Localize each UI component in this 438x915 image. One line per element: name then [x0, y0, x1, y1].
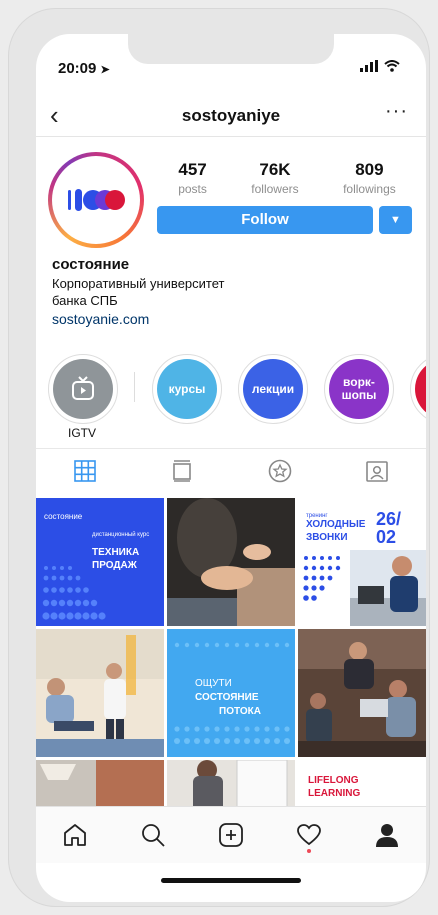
tab-feed[interactable]: [167, 456, 197, 486]
tab-guides[interactable]: [265, 456, 295, 486]
post-tile[interactable]: тренинг ХОЛОДНЫЕ ЗВОНКИ 26/ 02: [298, 498, 426, 626]
profile-bio: состояние Корпоративный университет банк…: [52, 256, 412, 328]
post-tile[interactable]: состояние дистанционный курс ТЕХНИКА ПРО…: [36, 498, 164, 626]
tagged-icon: [366, 461, 389, 482]
stat-posts[interactable]: 457 posts: [178, 160, 207, 196]
post-text: СОСТОЯНИЕ: [195, 692, 259, 703]
post-title: LIFELONG LEARNING: [308, 775, 361, 799]
notification-dot: [307, 849, 311, 853]
posts-grid: состояние дистанционный курс ТЕХНИКА ПРО…: [36, 498, 426, 806]
more-options-button[interactable]: ···: [385, 100, 408, 123]
igtv-icon: [72, 376, 94, 400]
profile-tabs: [36, 448, 426, 493]
location-icon: ➤: [100, 64, 110, 76]
follow-button[interactable]: Follow: [157, 206, 373, 234]
heart-icon: [297, 824, 321, 846]
feed-icon: [173, 460, 192, 482]
suggested-dropdown-button[interactable]: ▼: [379, 206, 412, 234]
profile-icon: [376, 824, 398, 847]
highlight-igtv[interactable]: [48, 354, 118, 424]
divider: [134, 372, 135, 402]
bio-website-link[interactable]: sostoyanie.com: [52, 311, 412, 328]
home-icon: [64, 824, 86, 846]
profile-display-name: состояние: [52, 256, 130, 273]
post-text: ОЩУТИ: [195, 678, 232, 689]
wifi-icon: [384, 60, 400, 72]
highlight-workshops[interactable]: ворк-шопы: [324, 354, 394, 424]
bio-line: Корпоративный университет: [52, 276, 225, 291]
post-subtitle: дистанционный курс: [92, 532, 150, 538]
photo-presenter: [167, 760, 295, 806]
post-title: ХОЛОДНЫЕ ЗВОНКИ: [306, 519, 366, 543]
stat-followers[interactable]: 76K followers: [251, 160, 298, 196]
signal-icon: [360, 60, 378, 72]
post-tile[interactable]: LIFELONG LEARNING: [298, 760, 426, 806]
post-tile[interactable]: ОЩУТИ СОСТОЯНИЕ ПОТОКА: [167, 629, 295, 757]
status-icons: [360, 60, 400, 72]
add-post-icon: [219, 823, 243, 847]
star-circle-icon: [268, 459, 292, 483]
home-indicator: [161, 878, 301, 883]
highlight-partial[interactable]: [410, 354, 426, 424]
highlight-label: IGTV: [67, 426, 96, 440]
tab-tagged[interactable]: [362, 456, 392, 486]
post-tile[interactable]: [36, 629, 164, 757]
post-tile[interactable]: [298, 629, 426, 757]
avatar[interactable]: [48, 152, 144, 248]
profile-username: sostoyaniye: [181, 106, 281, 125]
post-tile[interactable]: [167, 760, 295, 806]
nav-activity[interactable]: [293, 819, 325, 853]
profile-stats: 457 posts 76K followers 809 followings: [156, 160, 418, 196]
brand-logo-icon: [68, 189, 125, 211]
photo-laptop-team: [298, 629, 426, 757]
post-brand: состояние: [44, 512, 83, 521]
phone-frame: 20:09 ➤ ‹ sostoyaniye ··· 457 posts 76K …: [8, 8, 430, 907]
story-highlights: IGTV курсы лекции ворк-шопы: [48, 354, 426, 444]
photo-meeting-hands: [167, 498, 295, 626]
bio-line: банка СПБ: [52, 293, 118, 308]
nav-profile[interactable]: [371, 819, 403, 851]
post-tile[interactable]: [36, 760, 164, 806]
status-time: 20:09 ➤: [58, 60, 110, 77]
post-text: ПОТОКА: [219, 706, 261, 717]
highlight-courses[interactable]: курсы: [152, 354, 222, 424]
stat-followings[interactable]: 809 followings: [343, 160, 396, 196]
tab-grid[interactable]: [70, 456, 100, 486]
profile-header: ‹ sostoyaniye ···: [36, 96, 426, 137]
highlight-lectures[interactable]: лекции: [238, 354, 308, 424]
nav-home[interactable]: [59, 819, 91, 851]
photo-office-people: [36, 629, 164, 757]
post-title: ТЕХНИКА ПРОДАЖ: [92, 547, 140, 571]
search-icon: [142, 824, 165, 847]
bottom-tab-bar: [36, 806, 426, 863]
nav-new-post[interactable]: [215, 819, 247, 851]
screen: 20:09 ➤ ‹ sostoyaniye ··· 457 posts 76K …: [36, 34, 426, 902]
grid-icon: [73, 460, 96, 482]
photo-room-lamp: [36, 760, 164, 806]
post-date: 26/ 02: [376, 509, 402, 547]
status-bar: 20:09 ➤: [56, 60, 406, 80]
post-tile[interactable]: [167, 498, 295, 626]
nav-search[interactable]: [137, 819, 169, 851]
